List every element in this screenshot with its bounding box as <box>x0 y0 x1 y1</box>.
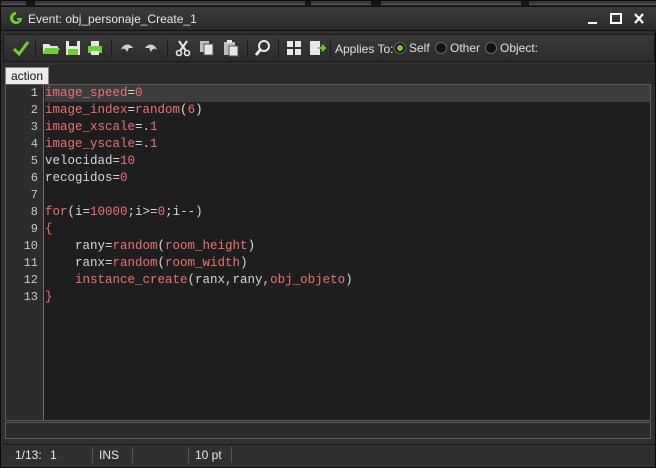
applies-object-label: Object: <box>500 41 539 55</box>
line-number: 5 <box>30 154 38 168</box>
line-number: 9 <box>30 222 38 236</box>
line-number: 7 <box>30 188 38 202</box>
code-area[interactable]: image_speed=0 image_index=random(6) image_… <box>45 85 650 420</box>
line-number: 12 <box>23 273 38 287</box>
export-icon[interactable] <box>307 38 327 58</box>
save-icon[interactable] <box>63 38 83 58</box>
find-icon[interactable] <box>253 38 273 58</box>
maximize-button[interactable] <box>606 11 626 27</box>
gamemaker-icon <box>8 10 24 26</box>
code-line[interactable]: image_xscale=.1 <box>45 119 650 136</box>
open-folder-icon[interactable] <box>41 38 61 58</box>
code-editor[interactable]: 1 2 3 4 5 6 7 8 9 10 11 12 13 image_speed=0 image_ind… <box>5 84 651 421</box>
applies-other-radio[interactable]: Other <box>435 41 480 55</box>
title-bar[interactable]: Event: obj_personaje_Create_1 <box>1 7 656 31</box>
code-line[interactable]: instance_create(ranx,rany,obj_objeto) <box>45 272 650 289</box>
close-button[interactable] <box>629 11 649 27</box>
tab-action[interactable]: action <box>5 67 49 84</box>
code-line[interactable]: ranx=random(room_width) <box>45 255 650 272</box>
radio-dot-selected <box>394 42 406 54</box>
code-line[interactable]: image_speed=0 <box>45 85 650 102</box>
line-number: 13 <box>23 290 38 304</box>
redo-icon[interactable] <box>141 38 161 58</box>
tab-bar: action <box>3 65 655 84</box>
code-line[interactable]: image_yscale=.1 <box>45 136 650 153</box>
line-number: 3 <box>30 120 38 134</box>
toolbar: Applies To: Self Other Object: <box>3 34 655 62</box>
line-number: 2 <box>30 103 38 117</box>
line-number: 6 <box>30 171 38 185</box>
line-number: 4 <box>30 137 38 151</box>
code-line[interactable]: velocidad=10 <box>45 153 650 170</box>
code-line[interactable]: } <box>45 289 650 306</box>
line-number: 10 <box>23 239 38 253</box>
print-icon[interactable] <box>85 38 105 58</box>
copy-icon[interactable] <box>197 38 217 58</box>
code-line[interactable] <box>45 187 650 204</box>
applies-self-label: Self <box>409 41 430 55</box>
paste-icon[interactable] <box>221 38 241 58</box>
line-number: 8 <box>30 205 38 219</box>
radio-dot <box>435 42 447 54</box>
radio-dot <box>485 42 497 54</box>
event-editor-window: Event: obj_personaje_Create_1 Applies To… <box>0 0 656 468</box>
undo-icon[interactable] <box>117 38 137 58</box>
applies-other-label: Other <box>450 41 481 55</box>
code-line[interactable]: for(i=10000;i>=0;i--) <box>45 204 650 221</box>
applies-object-radio[interactable]: Object: <box>485 41 538 55</box>
horizontal-scrollbar[interactable] <box>5 422 651 439</box>
code-line[interactable]: rany=random(room_height) <box>45 238 650 255</box>
applies-to-label: Applies To: <box>335 42 394 56</box>
code-line[interactable]: { <box>45 221 650 238</box>
code-line[interactable]: recogidos=0 <box>45 170 650 187</box>
status-bar: 1/13: 1 INS 10 pt <box>3 444 655 464</box>
code-line[interactable]: image_index=random(6) <box>45 102 650 119</box>
line-number: 1 <box>30 86 38 100</box>
line-number-gutter: 1 2 3 4 5 6 7 8 9 10 11 12 13 <box>6 85 44 420</box>
applies-self-radio[interactable]: Self <box>394 41 430 55</box>
check-icon[interactable] <box>11 38 31 58</box>
status-column: 1 <box>50 448 57 462</box>
minimize-button[interactable] <box>583 11 603 27</box>
status-insert-mode: INS <box>99 448 120 462</box>
line-number: 11 <box>23 256 38 270</box>
cut-icon[interactable] <box>173 38 193 58</box>
status-font-size: 10 pt <box>195 448 222 462</box>
window-title: Event: obj_personaje_Create_1 <box>28 12 197 26</box>
status-line-position: 1/13: <box>15 448 42 462</box>
grid-icon[interactable] <box>284 38 304 58</box>
